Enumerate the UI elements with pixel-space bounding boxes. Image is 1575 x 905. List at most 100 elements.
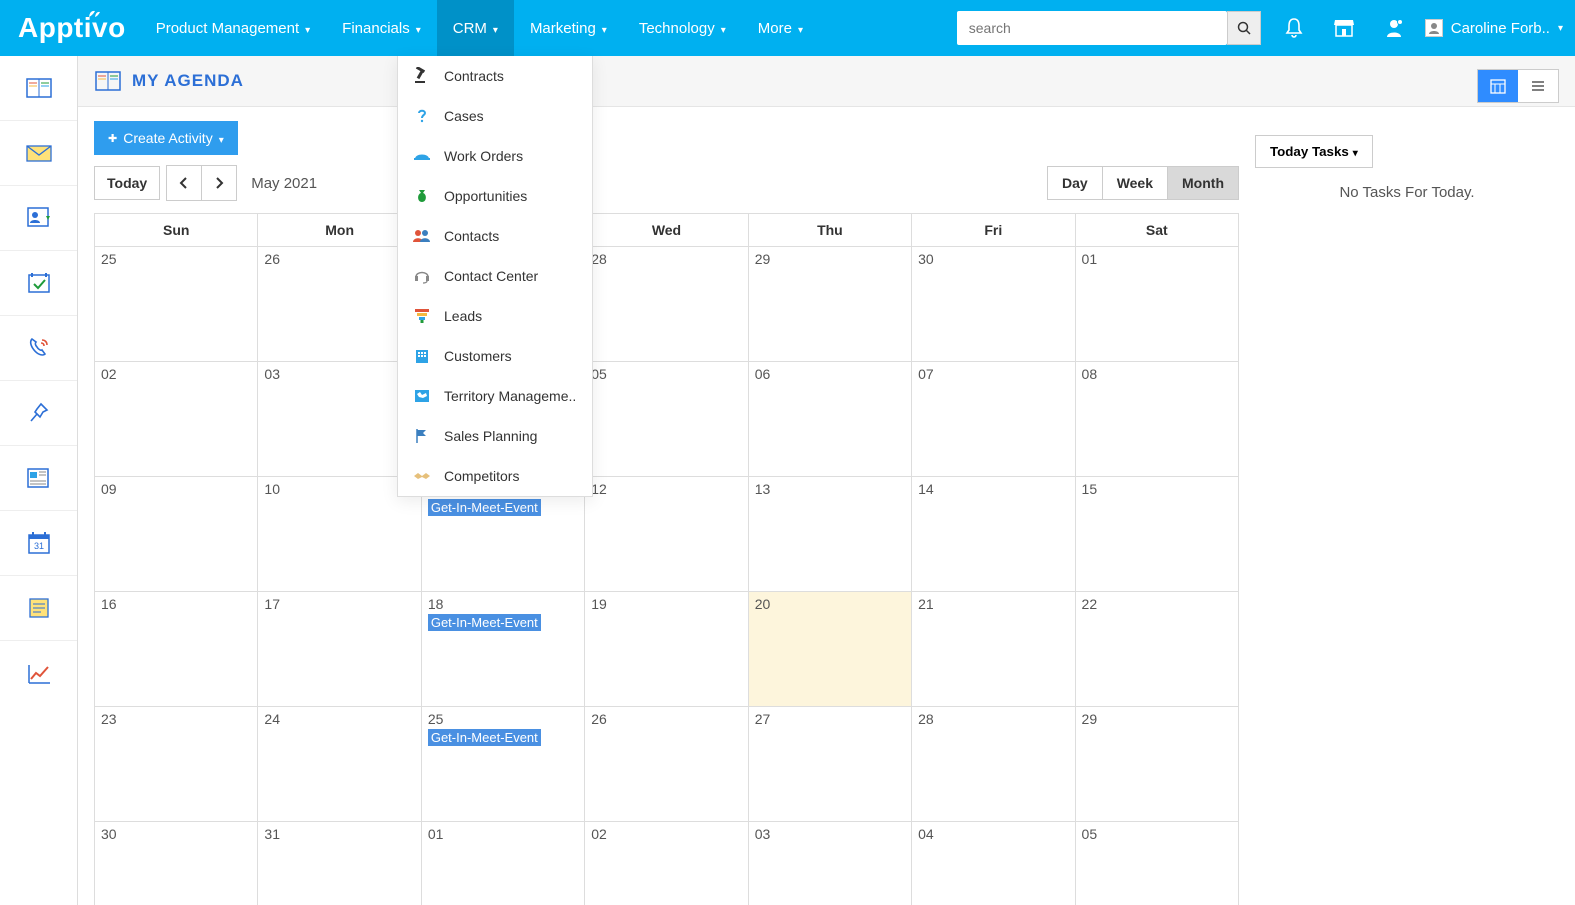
person-icon[interactable] [1383,17,1405,39]
rail-note[interactable] [0,576,77,641]
menu-item-leads[interactable]: Leads [398,296,592,336]
calendar-cell[interactable]: 15 [1075,477,1238,592]
calendar-cell[interactable]: 30 [912,247,1075,362]
list-view-button[interactable] [1518,70,1558,102]
calendar-cell[interactable]: 26 [585,707,748,822]
prev-button[interactable] [166,165,202,201]
calendar-cell[interactable]: 01 [1075,247,1238,362]
calendar-cell[interactable]: 19 [585,592,748,707]
calendar-cell[interactable]: 29 [1075,707,1238,822]
calendar-cell[interactable]: 08 [1075,362,1238,477]
day-number: 26 [264,251,414,267]
menu-item-contracts[interactable]: Contracts [398,56,592,96]
calendar-cell[interactable]: 30 [95,822,258,905]
menu-item-cases[interactable]: Cases [398,96,592,136]
rail-card[interactable] [0,186,77,251]
day-number: 02 [101,366,251,382]
calendar-event[interactable]: Get-In-Meet-Event [428,729,541,746]
mail-icon [25,143,53,163]
calendar-cell[interactable]: 24 [258,707,421,822]
search-input[interactable] [957,20,1227,36]
day-number: 07 [918,366,1068,382]
nav-item-product-management[interactable]: Product Management [140,0,326,56]
calendar-cell[interactable]: 13 [748,477,911,592]
calendar-cell[interactable]: 02 [95,362,258,477]
calendar-cell[interactable]: 16 [95,592,258,707]
menu-item-sales-planning[interactable]: Sales Planning [398,416,592,456]
calendar-cell[interactable]: 28 [912,707,1075,822]
menu-item-competitors[interactable]: Competitors [398,456,592,496]
search-button[interactable] [1227,11,1261,45]
menu-item-contact-center[interactable]: Contact Center [398,256,592,296]
day-number: 13 [755,481,905,497]
news-icon [26,467,52,489]
today-button[interactable]: Today [94,166,160,200]
calendar-cell[interactable]: 21 [912,592,1075,707]
calendar-cell[interactable]: 12 [585,477,748,592]
rail-phone[interactable] [0,316,77,381]
calendar-cell[interactable]: 05 [1075,822,1238,905]
day-header: Thu [748,214,911,247]
menu-item-territory[interactable]: Territory Manageme.. [398,376,592,416]
brand-logo: Apptivo [18,12,126,44]
calendar-cell[interactable]: 20 [748,592,911,707]
calendar-event[interactable]: Get-In-Meet-Event [428,499,541,516]
calendar-cell[interactable]: 03 [748,822,911,905]
calendar-cell[interactable]: 05 [585,362,748,477]
building-icon [412,346,432,366]
calendar-cell[interactable]: 09 [95,477,258,592]
create-activity-button[interactable]: Create Activity [94,121,238,155]
calendar-cell[interactable]: 25Get-In-Meet-Event [421,707,584,822]
user-menu[interactable]: Caroline Forb.. ▾ [1425,19,1563,37]
agenda-title-icon [94,70,122,92]
calendar-cell[interactable]: 07 [912,362,1075,477]
nav-item-financials[interactable]: Financials [326,0,437,56]
nav-item-crm[interactable]: CRM [437,0,514,56]
seg-month[interactable]: Month [1168,167,1238,199]
menu-item-contacts[interactable]: Contacts [398,216,592,256]
menu-item-customers[interactable]: Customers [398,336,592,376]
day-number: 23 [101,711,251,727]
rail-cal31[interactable]: 31 [0,511,77,576]
calendar-cell[interactable]: 04 [912,822,1075,905]
calendar-event[interactable]: Get-In-Meet-Event [428,614,541,631]
nav-item-technology[interactable]: Technology [623,0,742,56]
list-icon [1530,78,1546,94]
search-icon [1237,21,1251,35]
calendar-cell[interactable]: 25 [95,247,258,362]
calendar-cell[interactable]: 23 [95,707,258,822]
seg-week[interactable]: Week [1103,167,1168,199]
menu-item-opportunities[interactable]: Opportunities [398,176,592,216]
day-number: 28 [591,251,741,267]
day-number: 22 [1082,596,1232,612]
calendar-cell[interactable]: 28 [585,247,748,362]
calendar-cell[interactable]: 27 [748,707,911,822]
calendar-cell[interactable]: 01 [421,822,584,905]
bell-icon[interactable] [1283,17,1305,39]
rail-pin[interactable] [0,381,77,446]
next-button[interactable] [202,165,237,201]
calendar-cell[interactable]: 02 [585,822,748,905]
contacts-icon [412,226,432,246]
nav-item-more[interactable]: More [742,0,819,56]
calendar-grid-icon [1490,78,1506,94]
rail-news[interactable] [0,446,77,511]
calendar-cell[interactable]: 22 [1075,592,1238,707]
calendar-cell[interactable]: 17 [258,592,421,707]
calendar-cell[interactable]: 14 [912,477,1075,592]
rail-check[interactable] [0,251,77,316]
calendar-view-button[interactable] [1478,70,1518,102]
store-icon[interactable] [1333,17,1355,39]
calendar-cell[interactable]: 31 [258,822,421,905]
rail-trend[interactable] [0,641,77,706]
calendar-cell[interactable]: 06 [748,362,911,477]
calendar-cell[interactable]: 29 [748,247,911,362]
view-mode-icons [1477,69,1559,103]
rail-mail[interactable] [0,121,77,186]
nav-item-marketing[interactable]: Marketing [514,0,623,56]
rail-agenda[interactable] [0,56,77,121]
calendar-cell[interactable]: 18Get-In-Meet-Event [421,592,584,707]
day-header: Fri [912,214,1075,247]
menu-item-work-orders[interactable]: Work Orders [398,136,592,176]
seg-day[interactable]: Day [1048,167,1103,199]
